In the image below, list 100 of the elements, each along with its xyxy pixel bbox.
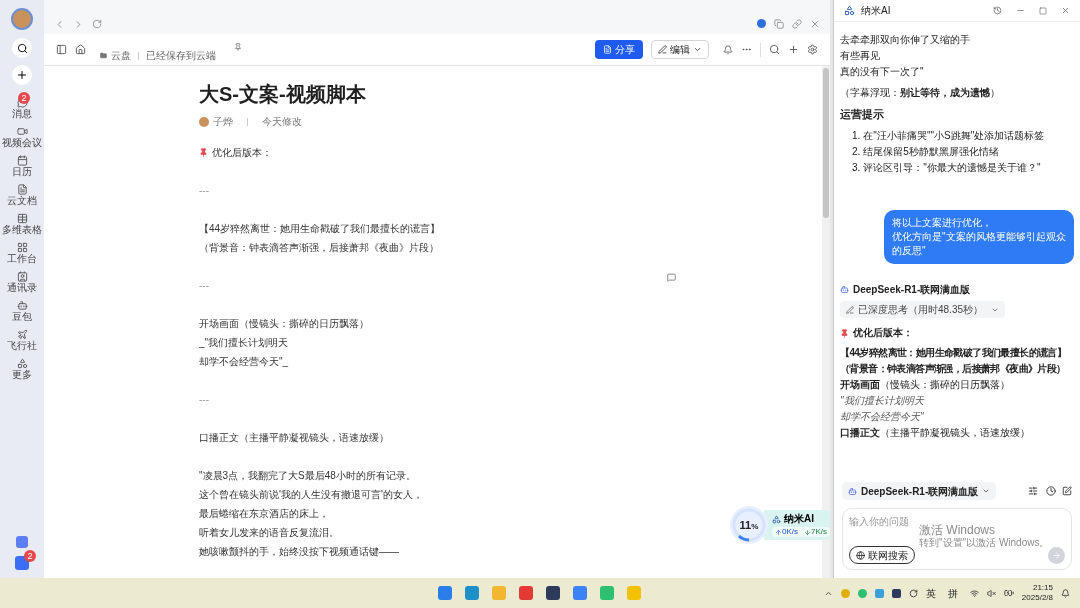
sidebar-item[interactable]: 更多: [12, 358, 32, 381]
message-text: 口播正文（主播平静凝视镜头，语速放缓）: [840, 426, 1031, 440]
avatar[interactable]: [11, 8, 33, 30]
model-selector[interactable]: DeepSeek-R1-联网满血版: [842, 482, 997, 500]
pin-icon: [199, 148, 208, 157]
list-item: 评论区引导："你最大的遗憾是关于谁？": [863, 161, 1041, 175]
sidebar-item[interactable]: 通讯录: [7, 271, 37, 294]
usage-ring: [730, 506, 768, 544]
app-icon[interactable]: [16, 536, 28, 548]
refresh-icon[interactable]: [92, 19, 102, 29]
document-text: （背景音：钟表滴答声渐强，后接萧邦《夜曲》片段）: [199, 241, 439, 255]
document-text: 最后蜷缩在东京酒店的床上，: [199, 507, 329, 521]
document-text: _"我们擅长计划明天: [199, 336, 289, 350]
badge: 2: [18, 92, 30, 104]
list-item: 在"汪小菲痛哭""小S跳舞"处添加话题标签: [863, 129, 1045, 143]
home-icon[interactable]: [75, 44, 86, 55]
link-icon[interactable]: [792, 19, 802, 29]
logo-icon: [772, 514, 781, 524]
list-number: 2.: [852, 145, 861, 159]
extension-icon[interactable]: [757, 19, 766, 28]
pen-icon: [846, 305, 854, 314]
settings-icon[interactable]: [807, 44, 818, 55]
document-text: 却学不会经营今天"_: [199, 355, 289, 369]
close-icon[interactable]: [1061, 6, 1070, 15]
document-text: 口播正文（主播平静凝视镜头，语速放缓）: [199, 431, 389, 445]
document-text: 听着女儿发来的语音反复流泪。: [199, 526, 339, 540]
document-text: ---: [199, 393, 209, 407]
sidebar-item[interactable]: 云文档: [7, 184, 37, 207]
thinking-toggle[interactable]: 已深度思考（用时48.35秒）: [840, 301, 1006, 318]
document-text: ---: [199, 184, 209, 198]
add-button[interactable]: [12, 65, 32, 85]
sliders-icon[interactable]: [1028, 486, 1038, 496]
message-text: 有些再见: [840, 49, 881, 63]
video-camera-icon: [16, 126, 28, 137]
document-title: 大S-文案-视频脚本: [199, 82, 367, 107]
share-button[interactable]: 分享: [595, 40, 643, 59]
message-text: 却学不会经营今天": [840, 410, 925, 424]
plane-icon: [16, 329, 28, 340]
table-icon: [16, 213, 28, 224]
shapes-icon: [16, 358, 28, 369]
calendar-icon: [16, 155, 28, 166]
search-icon[interactable]: [769, 44, 780, 55]
grid-icon: [16, 242, 28, 253]
sidebar-item[interactable]: 视频会议: [2, 126, 42, 149]
plus-icon[interactable]: [788, 44, 799, 55]
message-text: （背景音：钟表滴答声渐强，后接萧邦《夜曲》片段）: [840, 362, 1067, 376]
list-item: 结尾保留5秒静默黑屏强化情绪: [863, 145, 999, 159]
scrollbar-thumb[interactable]: [823, 68, 829, 218]
ime-mode[interactable]: 拼: [947, 585, 958, 601]
arrow-icon: [1052, 550, 1061, 560]
sidebar-item[interactable]: 豆包: [12, 300, 32, 323]
question-box[interactable]: 输入你的问题 联网搜索 激活 Windows 转到"设置"以激活 Windows。: [842, 508, 1072, 570]
message-text: 去牵牵那双向你伸了又缩的手: [840, 33, 971, 47]
pin-icon[interactable]: [234, 42, 242, 51]
sidebar-item[interactable]: 多维表格: [2, 213, 42, 236]
author-avatar: [199, 116, 209, 127]
new-chat-icon[interactable]: [1062, 486, 1072, 496]
widget-card[interactable]: 纳米AI 0K/s 7K/s: [764, 510, 830, 540]
bot-icon: [16, 300, 28, 311]
globe-icon: [856, 550, 865, 560]
breadcrumb-location[interactable]: 云盘: [111, 49, 131, 62]
window-title: 纳米AI: [861, 4, 891, 18]
search-button[interactable]: [12, 38, 32, 58]
message-text: "我们擅长计划明天: [840, 394, 926, 408]
document-icon: [603, 45, 612, 54]
document-text: 优化后版本：: [212, 146, 272, 160]
sidebar-item[interactable]: 日历: [12, 155, 32, 178]
sidebar-item[interactable]: 飞行社: [7, 329, 37, 352]
outline-icon[interactable]: [56, 44, 67, 55]
arrow-down-icon: [804, 528, 811, 536]
clock-time[interactable]: 21:15: [1032, 583, 1053, 593]
clock-date[interactable]: 2025/2/8: [1021, 593, 1053, 603]
ime-language[interactable]: 英: [925, 585, 936, 601]
pin-icon: [840, 328, 849, 338]
badge: 2: [24, 550, 36, 562]
search-icon: [16, 42, 28, 54]
folder-icon: [100, 52, 107, 59]
usage-percent: 11%: [739, 519, 759, 531]
mute-icon[interactable]: [986, 588, 996, 598]
sidebar-item[interactable]: 工作台: [7, 242, 37, 265]
download-speed: 7K/s: [811, 527, 828, 537]
taskbar-app-icon[interactable]: [546, 586, 561, 600]
bell-icon[interactable]: [723, 44, 733, 55]
clock-icon[interactable]: [1046, 486, 1056, 496]
activation-title: 激活 Windows: [919, 523, 996, 537]
notification-icon[interactable]: [1061, 588, 1070, 598]
pen-icon: [658, 45, 667, 54]
upload-speed: 0K/s: [782, 527, 798, 537]
wifi-icon[interactable]: [969, 588, 979, 598]
list-number: 3.: [852, 161, 861, 175]
app-button[interactable]: [15, 556, 29, 570]
close-icon[interactable]: [810, 19, 820, 29]
edit-button[interactable]: 编辑: [651, 40, 709, 59]
maximize-icon[interactable]: [1039, 6, 1047, 15]
activation-text: 转到"设置"以激活 Windows。: [919, 537, 1050, 549]
message-text: 真的没有下一次了": [840, 65, 925, 79]
document-text: 这个曾在镜头前说'我的人生没有撤退可言'的女人，: [199, 488, 423, 502]
comment-icon[interactable]: [667, 273, 676, 282]
sync-icon[interactable]: [908, 588, 918, 598]
document-icon: [16, 184, 28, 195]
